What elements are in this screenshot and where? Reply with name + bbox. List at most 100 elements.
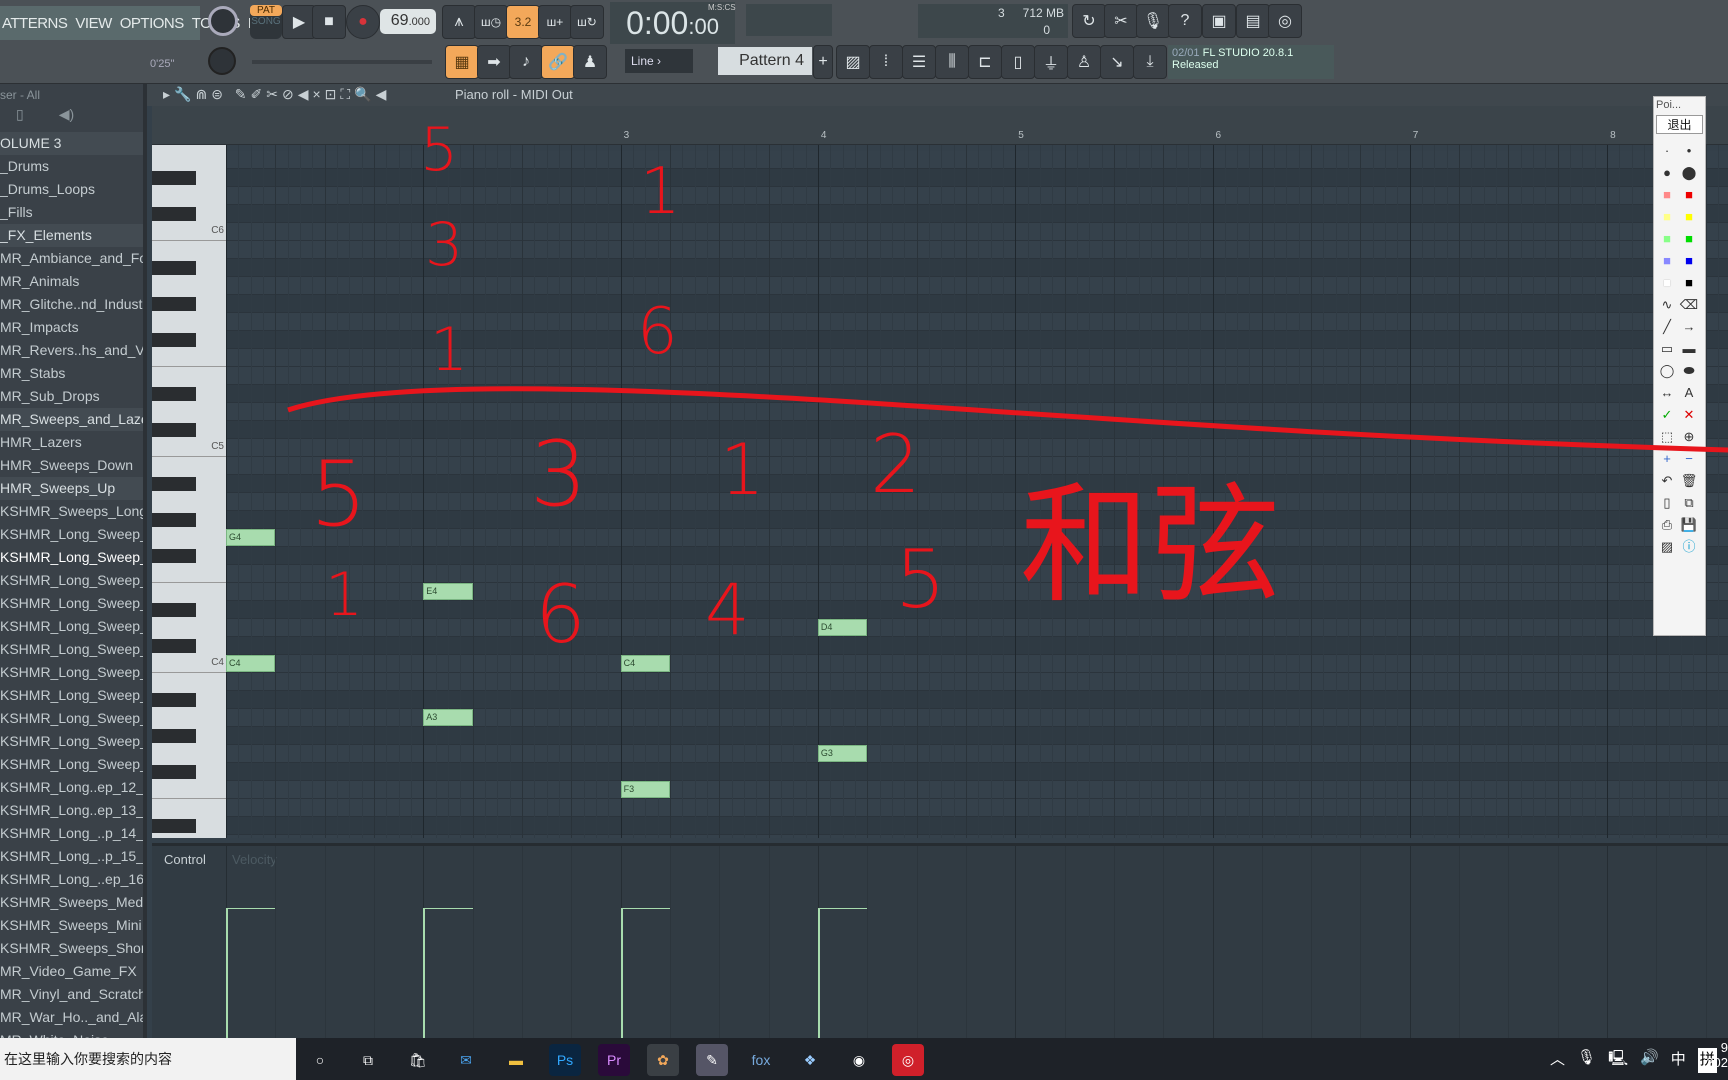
velocity-bar[interactable] bbox=[620, 908, 623, 1041]
browser-item[interactable]: MR_White_Noise bbox=[0, 1029, 143, 1038]
browser-item[interactable]: HMR_Sweeps_Down bbox=[0, 454, 143, 477]
close-icon[interactable]: ✕ bbox=[1678, 405, 1700, 425]
note[interactable]: C4 bbox=[226, 655, 276, 672]
note[interactable]: C4 bbox=[620, 655, 670, 672]
white-key[interactable] bbox=[152, 619, 226, 637]
white-key[interactable] bbox=[152, 277, 226, 295]
black-key[interactable] bbox=[152, 477, 196, 491]
browser-item[interactable]: _Drums bbox=[0, 155, 143, 178]
white-key[interactable] bbox=[152, 583, 226, 601]
browser-item[interactable]: KSHMR_Long_Sweep_04 bbox=[0, 592, 143, 615]
velocity-bar[interactable] bbox=[817, 908, 820, 1041]
color-blue[interactable]: ■ bbox=[1678, 251, 1700, 271]
tempo-display[interactable]: 69.000 bbox=[380, 9, 436, 34]
color-light-blue[interactable]: ■ bbox=[1656, 251, 1678, 271]
wait-record-icon[interactable]: ш◷ bbox=[474, 5, 508, 39]
piano-roll-tool-icons[interactable]: ▸🔧⋒⊜ ✎✐✂⊘◀×⊡⛶🔍◀ bbox=[163, 86, 390, 103]
text-icon[interactable]: A bbox=[1678, 383, 1700, 403]
black-key[interactable] bbox=[152, 549, 196, 563]
color-yellow[interactable]: ■ bbox=[1678, 207, 1700, 227]
photoshop-icon[interactable]: Ps bbox=[549, 1044, 581, 1076]
help-icon[interactable]: ? bbox=[1168, 4, 1202, 38]
channel-rack-icon[interactable]: ☰ bbox=[902, 45, 936, 79]
pen-large-icon[interactable]: ● bbox=[1656, 163, 1678, 183]
browser-item[interactable]: MR_Sweeps_and_Lazers bbox=[0, 408, 143, 431]
undo-icon[interactable]: ↶ bbox=[1656, 471, 1678, 491]
color-light-green[interactable]: ■ bbox=[1656, 229, 1678, 249]
new-page-icon[interactable]: ▯ bbox=[1656, 493, 1678, 513]
pen-medium-icon[interactable]: • bbox=[1678, 141, 1700, 161]
timeline-ruler[interactable]: 3 4 5 6 7 8 bbox=[152, 106, 1728, 145]
copy-icon[interactable]: ⧉ bbox=[1678, 493, 1700, 513]
step-edit-icon[interactable]: ш+ bbox=[538, 5, 572, 39]
white-key[interactable] bbox=[152, 745, 226, 763]
cortana-icon[interactable]: ○ bbox=[304, 1044, 336, 1076]
browser-item[interactable]: MR_Stabs bbox=[0, 362, 143, 385]
white-key[interactable] bbox=[152, 709, 226, 727]
piano-keyboard[interactable]: C6 C5 C4 bbox=[152, 145, 226, 838]
browser-item[interactable]: MR_Glitche..nd_Industrial bbox=[0, 293, 143, 316]
color-white[interactable]: ■ bbox=[1656, 273, 1678, 293]
filled-rectangle-icon[interactable]: ▬ bbox=[1678, 339, 1700, 359]
eraser-icon[interactable]: ⌫ bbox=[1678, 295, 1700, 315]
explorer-icon[interactable]: ▬ bbox=[500, 1044, 532, 1076]
velocity-bar[interactable] bbox=[423, 908, 426, 1041]
color-light-red[interactable]: ■ bbox=[1656, 185, 1678, 205]
image-icon[interactable]: ▨ bbox=[1656, 537, 1678, 557]
note[interactable]: F3 bbox=[620, 781, 670, 798]
fox-icon[interactable]: fox bbox=[745, 1044, 777, 1076]
white-key[interactable] bbox=[152, 313, 226, 331]
white-key[interactable] bbox=[152, 673, 226, 691]
white-key[interactable] bbox=[152, 457, 226, 475]
browser-item[interactable]: KSHMR_Long..ep_12_Clean bbox=[0, 776, 143, 799]
browser-item[interactable]: KSHMR_Long_Sweep_06 bbox=[0, 638, 143, 661]
note[interactable]: A3 bbox=[423, 709, 473, 726]
note[interactable]: E4 bbox=[423, 583, 473, 600]
browser-icon[interactable]: ⊏ bbox=[968, 45, 1002, 79]
browser-item[interactable]: MR_Animals bbox=[0, 270, 143, 293]
black-key[interactable] bbox=[152, 207, 196, 221]
trash-icon[interactable]: 🗑 bbox=[1678, 471, 1700, 491]
cut-icon[interactable]: ✂ bbox=[1104, 4, 1138, 38]
black-key[interactable] bbox=[152, 423, 196, 437]
white-key[interactable] bbox=[152, 349, 226, 367]
color-green[interactable]: ■ bbox=[1678, 229, 1700, 249]
browser-item[interactable]: KSHMR_Long_Sweep_11 bbox=[0, 753, 143, 776]
browser-item[interactable]: MR_Sub_Drops bbox=[0, 385, 143, 408]
pat-song-toggle[interactable]: PAT SONG bbox=[250, 5, 282, 39]
zoom-icon[interactable]: ⊕ bbox=[1678, 427, 1700, 447]
browser-item[interactable]: KSHMR_Sweeps_Mini bbox=[0, 914, 143, 937]
browser-item[interactable]: KSHMR_Long_..p_15_Flange bbox=[0, 845, 143, 868]
browser-item[interactable]: MR_Video_Game_FX bbox=[0, 960, 143, 983]
menu-options[interactable]: OPTIONS bbox=[120, 15, 185, 32]
pen-xl-icon[interactable]: ⬤ bbox=[1678, 163, 1700, 183]
black-key[interactable] bbox=[152, 765, 196, 779]
browser-item[interactable]: KSHMR_Long_..p_14_Flange bbox=[0, 822, 143, 845]
download-icon[interactable]: ⤓ bbox=[1133, 45, 1167, 79]
fl-studio-icon[interactable]: ✿ bbox=[647, 1044, 679, 1076]
save-icon[interactable]: 💾 bbox=[1678, 515, 1700, 535]
print-icon[interactable]: ⎙ bbox=[1656, 515, 1678, 535]
browser-item[interactable]: _Fills bbox=[0, 201, 143, 224]
white-key[interactable] bbox=[152, 403, 226, 421]
browser-item[interactable]: KSHMR_Long_Sweep_09 bbox=[0, 707, 143, 730]
link-icon[interactable]: 🔗 bbox=[541, 45, 575, 79]
black-key[interactable] bbox=[152, 297, 196, 311]
white-key[interactable] bbox=[152, 529, 226, 547]
netease-music-icon[interactable]: ◎ bbox=[892, 1044, 924, 1076]
color-light-yellow[interactable]: ■ bbox=[1656, 207, 1678, 227]
export-icon[interactable]: ▤ bbox=[1236, 4, 1270, 38]
mixer-icon[interactable]: ⫼ bbox=[935, 45, 969, 79]
mail-icon[interactable]: ✉ bbox=[450, 1044, 482, 1076]
browser-item[interactable]: KSHMR_Long_Sweep_01 bbox=[0, 523, 143, 546]
browser-item[interactable]: KSHMR_Long_Sweep_10 bbox=[0, 730, 143, 753]
ellipse-icon[interactable]: ◯ bbox=[1656, 361, 1678, 381]
browser-item[interactable]: _Drums_Loops bbox=[0, 178, 143, 201]
network-icon[interactable]: 🖳 bbox=[1608, 1048, 1628, 1073]
paint-app-icon[interactable]: ✎ bbox=[696, 1044, 728, 1076]
info-icon[interactable]: ⓘ bbox=[1678, 537, 1700, 557]
browser-item[interactable]: HMR_Lazers bbox=[0, 431, 143, 454]
note-grid[interactable]: G4 C4 E4 A3 C4 F3 D4 G3 bbox=[226, 145, 1728, 838]
black-key[interactable] bbox=[152, 261, 196, 275]
white-key[interactable] bbox=[152, 493, 226, 511]
